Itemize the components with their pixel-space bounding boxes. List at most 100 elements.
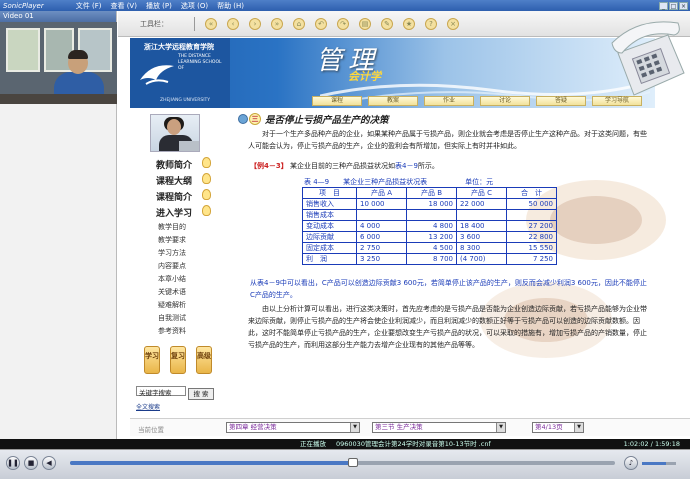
- tab-homework[interactable]: 作业: [424, 96, 474, 106]
- study-button[interactable]: 学习: [144, 346, 160, 374]
- table-row: 固定成本 2 750 4 500 8 300 15 550: [302, 242, 557, 254]
- file-name: 0960030管理会计第24学时对录音第10-13节时 .cnf: [336, 440, 491, 448]
- table-cell: 2 750: [356, 242, 407, 254]
- title-bar: SonicPlayer 文件 (F) 查看 (V) 播放 (P) 选项 (O) …: [0, 0, 690, 11]
- header-product-c: 产品 C: [456, 187, 507, 199]
- sub-nav-key-points[interactable]: 内容要点: [158, 261, 186, 271]
- help-icon[interactable]: ?: [425, 17, 437, 30]
- chevron-down-icon[interactable]: ▼: [350, 423, 359, 432]
- prev-page-icon[interactable]: ‹: [227, 17, 239, 30]
- exit-icon[interactable]: ×: [447, 17, 459, 30]
- example-text: 某企业目前的三种产品损益状况如: [289, 162, 395, 170]
- full-text-search-link[interactable]: 全文搜索: [136, 402, 160, 411]
- menu-bar: 文件 (F) 查看 (V) 播放 (P) 选项 (O) 帮助 (H): [76, 1, 244, 11]
- search-button[interactable]: 搜 索: [188, 388, 214, 400]
- intro-paragraph: 对于一个生产多品种产品的企业，如果某种产品属于亏损产品，则企业就会考虑是否停止生…: [248, 130, 647, 150]
- row-label: 销售收入: [302, 198, 357, 210]
- nav-label: 课程大纲: [156, 177, 193, 187]
- table-cell: 27 200: [506, 220, 557, 232]
- maximize-icon[interactable]: □: [669, 1, 678, 10]
- review-button[interactable]: 复习: [170, 346, 186, 374]
- minimize-icon[interactable]: _: [659, 1, 668, 10]
- forward-icon[interactable]: ↷: [337, 17, 349, 30]
- video-pane: Video 01: [0, 11, 117, 439]
- conclusion-paragraph: 由以上分析计算可以看出，进行这类决策时，首先应考虑的是亏损产品是否能为企业创造边…: [248, 305, 647, 349]
- table-row: 边际贡献 6 000 13 200 3 600 22 800: [302, 231, 557, 243]
- table-cell: 7 250: [506, 253, 557, 265]
- table-link[interactable]: 表4－9: [395, 162, 418, 170]
- next-page-icon[interactable]: ›: [249, 17, 261, 30]
- nav-teacher-intro[interactable]: 教师简介: [156, 157, 211, 171]
- sub-nav-difficulties[interactable]: 疑难解析: [158, 300, 186, 310]
- advanced-button[interactable]: 高级: [196, 346, 212, 374]
- tab-qa[interactable]: 答疑: [536, 96, 586, 106]
- last-page-icon[interactable]: »: [271, 17, 283, 30]
- analysis-note: 从表4－9中可以看出，C产品可以创造边际贡献3 600元，若简单停止该产品的生产…: [250, 279, 647, 299]
- tab-course[interactable]: 课程: [312, 96, 362, 106]
- back-icon[interactable]: ↶: [315, 17, 327, 30]
- close-icon[interactable]: ×: [679, 1, 688, 10]
- search-input[interactable]: 关键字搜索: [136, 386, 186, 397]
- lecturer-video: [0, 22, 117, 104]
- header-product-a: 产品 A: [356, 187, 407, 199]
- notes-icon[interactable]: ✎: [381, 17, 393, 30]
- print-icon[interactable]: ▤: [359, 17, 371, 30]
- section-select[interactable]: 第三节 生产决策 ▼: [372, 422, 506, 433]
- chevron-down-icon[interactable]: ▼: [496, 423, 505, 432]
- bulb-icon: [202, 189, 211, 200]
- stop-icon[interactable]: ■: [24, 456, 38, 470]
- page-select[interactable]: 第4/13页 ▼: [532, 422, 584, 433]
- bookmark-icon[interactable]: ★: [403, 17, 415, 30]
- seek-handle[interactable]: [348, 458, 359, 467]
- tab-lesson-plan[interactable]: 教案: [368, 96, 418, 106]
- nav-label: 课程简介: [156, 193, 193, 203]
- school-name-cn: 浙江大学远程教育学院: [144, 43, 214, 51]
- table-cell: 22 000: [456, 198, 507, 210]
- side-navigation: 教师简介 课程大纲 课程简介 进入学习 教学目的 教学要求 学习方法 内容要点 …: [130, 110, 220, 430]
- sub-nav-methods[interactable]: 学习方法: [158, 248, 186, 258]
- sub-nav-requirements[interactable]: 教学要求: [158, 235, 186, 245]
- pause-icon[interactable]: ❚❚: [6, 456, 20, 470]
- nav-label: 进入学习: [156, 209, 193, 219]
- volume-slider[interactable]: [642, 462, 676, 465]
- window-controls: _ □ ×: [659, 1, 690, 10]
- menu-file[interactable]: 文件 (F): [76, 1, 102, 11]
- tab-discussion[interactable]: 讨论: [480, 96, 530, 106]
- sub-nav-summary[interactable]: 本章小结: [158, 274, 186, 284]
- table-cell: 4 800: [406, 220, 457, 232]
- table-cell: (4 700): [456, 253, 507, 265]
- toolbar-label: 工具栏：: [140, 19, 168, 28]
- table-cell: 6 000: [356, 231, 407, 243]
- seek-slider[interactable]: [70, 458, 615, 467]
- nav-course-intro[interactable]: 课程简介: [156, 189, 211, 203]
- play-state: 正在播放: [300, 440, 326, 448]
- menu-options[interactable]: 选项 (O): [181, 1, 208, 11]
- course-nav-tabs: 课程 教案 作业 讨论 答疑 学习导航: [312, 96, 642, 106]
- row-label: 销售成本: [302, 209, 357, 221]
- menu-view[interactable]: 查看 (V): [110, 1, 136, 11]
- video-window-1: [6, 28, 40, 72]
- nav-syllabus[interactable]: 课程大纲: [156, 173, 211, 187]
- page-select-value: 第4/13页: [535, 423, 563, 431]
- first-page-icon[interactable]: «: [205, 17, 217, 30]
- nav-enter-study[interactable]: 进入学习: [156, 205, 211, 219]
- example-line: 【例4－3】 某企业目前的三种产品损益状况如表4－9所示。: [250, 161, 439, 171]
- table-header-row: 项 目 产品 A 产品 B 产品 C 合 计: [302, 187, 557, 199]
- row-label: 固定成本: [302, 242, 357, 254]
- table-cell: 8 300: [456, 242, 507, 254]
- video-desk: [0, 94, 117, 104]
- sub-nav-references[interactable]: 参考资料: [158, 326, 186, 336]
- bulb-icon: [202, 173, 211, 184]
- sub-nav-self-test[interactable]: 自我测试: [158, 313, 186, 323]
- sub-nav-objectives[interactable]: 教学目的: [158, 222, 186, 232]
- menu-help[interactable]: 帮助 (H): [217, 1, 244, 11]
- home-icon[interactable]: ⌂: [293, 17, 305, 30]
- chevron-down-icon[interactable]: ▼: [574, 423, 583, 432]
- previous-icon[interactable]: ◀: [42, 456, 56, 470]
- sub-nav-key-terms[interactable]: 关键术语: [158, 287, 186, 297]
- bird-logo-icon: [140, 65, 174, 85]
- speaker-icon[interactable]: ♪: [624, 456, 638, 470]
- table-row: 变动成本 4 000 4 800 18 400 27 200: [302, 220, 557, 232]
- menu-play[interactable]: 播放 (P): [146, 1, 172, 11]
- chapter-select[interactable]: 第四章 经营决策 ▼: [226, 422, 360, 433]
